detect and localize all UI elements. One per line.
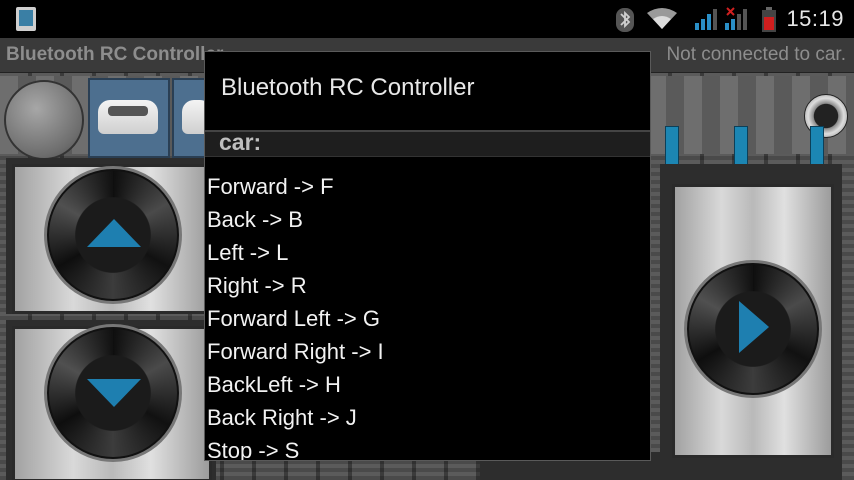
decor-slot: [810, 126, 824, 166]
signal-x-icon: [725, 7, 747, 30]
list-item: Forward Right -> I: [207, 339, 384, 364]
list-item: Back -> B: [207, 207, 303, 232]
settings-knob[interactable]: [4, 80, 84, 160]
car-thumbnail[interactable]: [88, 78, 170, 158]
car-icon: [98, 100, 158, 134]
dialog-title: Bluetooth RC Controller: [221, 74, 475, 101]
decor-slot: [734, 126, 748, 166]
forward-button[interactable]: [44, 166, 182, 304]
list-item: BackLeft -> H: [207, 372, 341, 397]
battery-low-icon: [762, 7, 776, 32]
wifi-icon: [647, 8, 677, 29]
command-list-dialog: Bluetooth RC Controller car: Forward -> …: [204, 51, 651, 461]
back-button[interactable]: [44, 324, 182, 462]
arrow-right-icon: [739, 301, 769, 353]
list-item: Forward -> F: [207, 174, 334, 199]
app-title: Bluetooth RC Controller: [6, 44, 224, 65]
arrow-up-icon: [87, 219, 141, 247]
right-button[interactable]: [684, 260, 822, 398]
list-item: Left -> L: [207, 240, 289, 265]
signal-icon: [695, 9, 717, 30]
list-item: Forward Left -> G: [207, 306, 381, 331]
dialog-header-label: car:: [219, 129, 262, 155]
list-item: Stop -> S: [207, 438, 300, 460]
connection-status: Not connected to car.: [666, 44, 846, 65]
phone-screenshot-icon: [16, 7, 36, 31]
bluetooth-icon: [616, 8, 634, 32]
list-item: Right -> R: [207, 273, 307, 298]
arrow-down-icon: [87, 379, 141, 407]
clock: 15:19: [786, 6, 844, 31]
dialog-section-header: car:: [205, 129, 650, 156]
decor-slot: [665, 126, 679, 166]
list-item: Back Right -> J: [207, 405, 357, 430]
command-list[interactable]: Forward -> F Back -> B Left -> L Right -…: [205, 170, 650, 460]
status-bar: 15:19: [0, 0, 854, 38]
dialog-divider: [205, 156, 650, 157]
